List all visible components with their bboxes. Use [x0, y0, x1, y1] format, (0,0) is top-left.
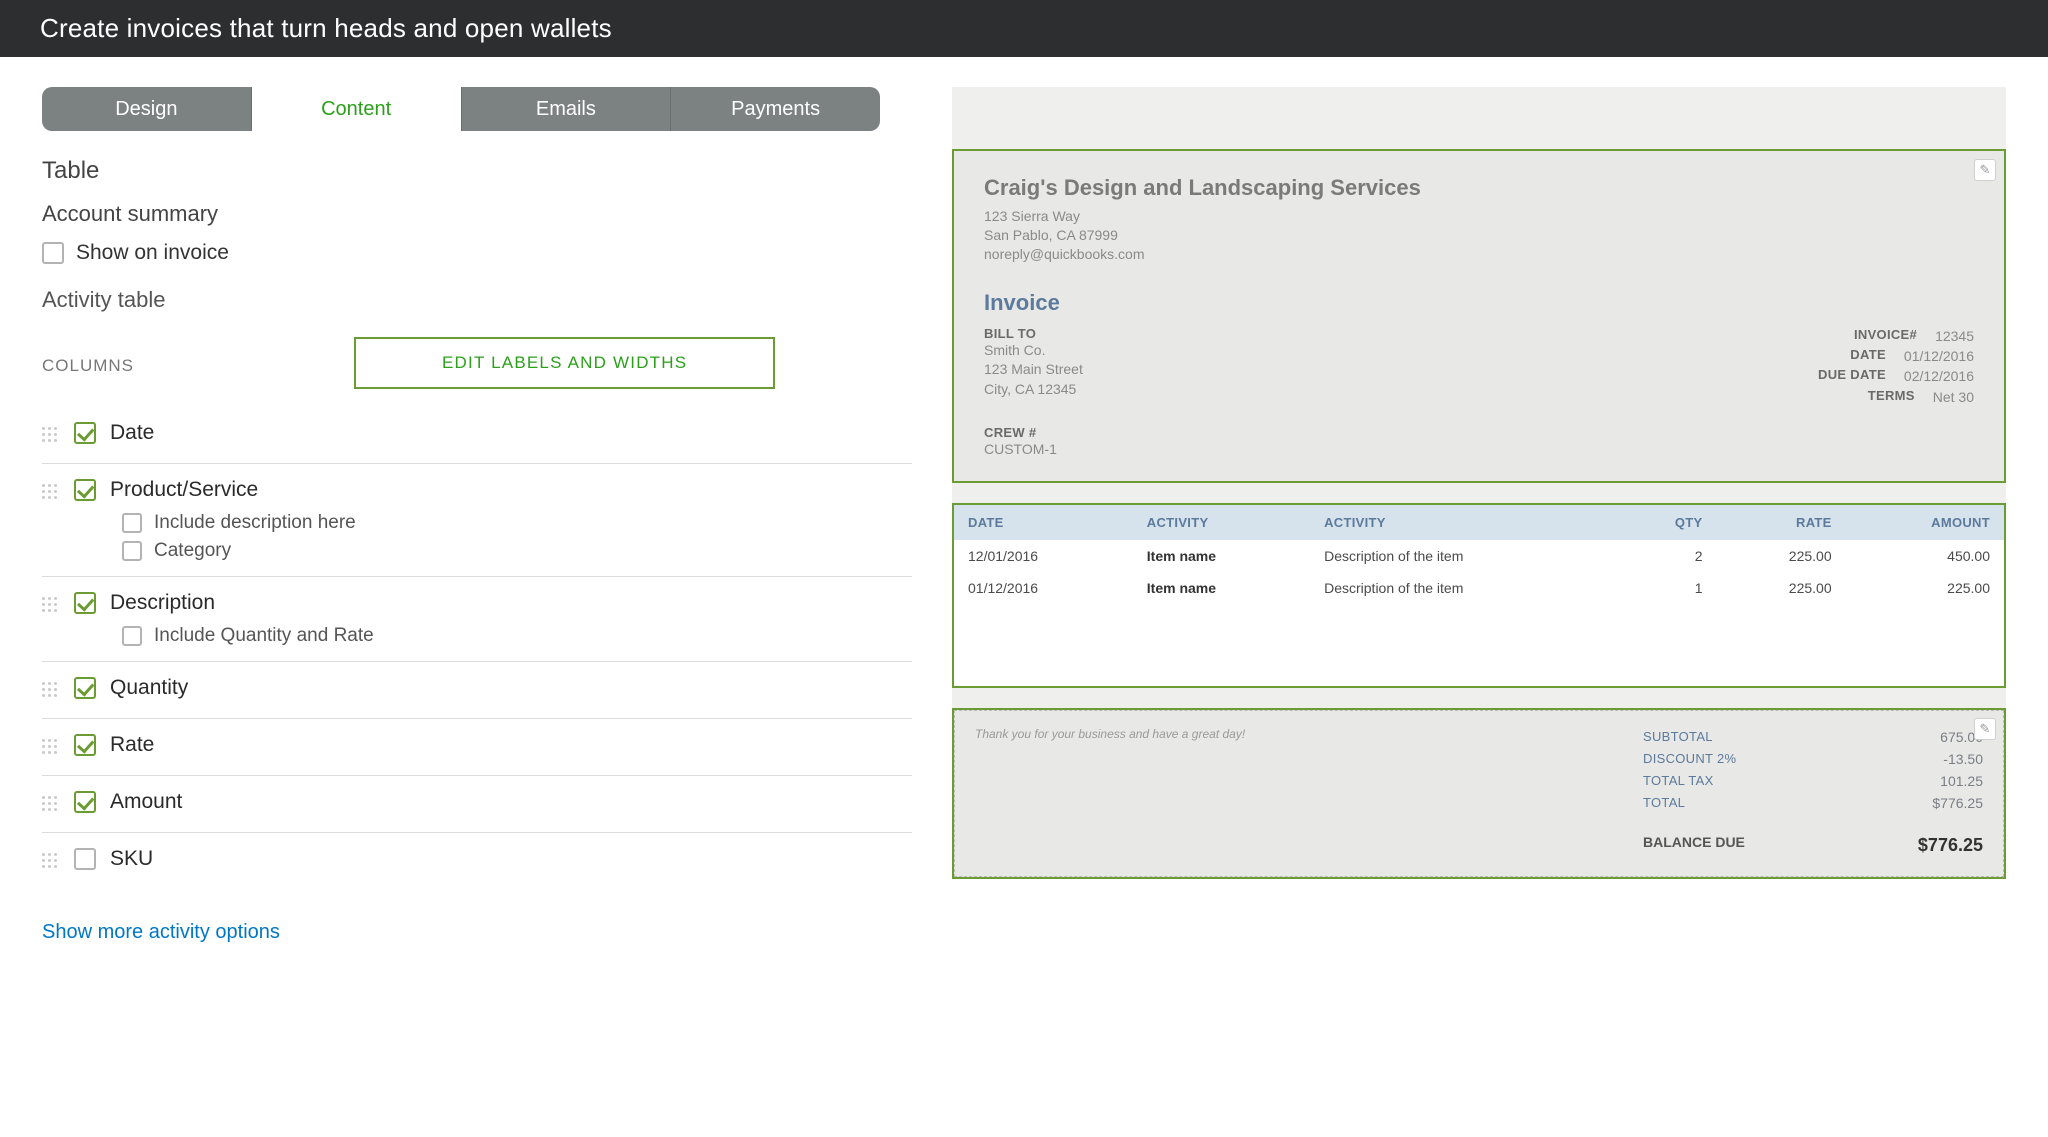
- crew-value: CUSTOM-1: [984, 440, 1974, 460]
- checkbox-column[interactable]: [74, 734, 96, 756]
- total-value: $776.25: [1932, 793, 1983, 815]
- total-label: DISCOUNT 2%: [1643, 749, 1736, 771]
- meta-value: 01/12/2016: [1904, 346, 1974, 366]
- sub-option-label: Include description here: [154, 512, 356, 534]
- column-label: Date: [110, 421, 154, 445]
- tab-payments[interactable]: Payments: [671, 87, 880, 131]
- title-bar: Create invoices that turn heads and open…: [0, 0, 2048, 57]
- drag-handle-icon[interactable]: [42, 425, 60, 442]
- drag-handle-icon[interactable]: [42, 680, 60, 697]
- column-label: Amount: [110, 790, 182, 814]
- table-row: 12/01/2016Item nameDescription of the it…: [954, 540, 2004, 572]
- config-panel: Design Content Emails Payments Table Acc…: [42, 87, 912, 944]
- meta-value: 12345: [1935, 326, 1974, 346]
- billto-label: BILL TO: [984, 326, 1083, 341]
- columns-heading: COLUMNS: [42, 356, 134, 376]
- tab-bar: Design Content Emails Payments: [42, 87, 880, 131]
- section-account-summary: Account summary: [42, 201, 912, 227]
- column-label: Description: [110, 591, 215, 615]
- invoice-preview: ✎ Craig's Design and Landscaping Service…: [952, 87, 2006, 879]
- checkbox-column[interactable]: [74, 848, 96, 870]
- items-col-header: ACTIVITY: [1133, 505, 1310, 540]
- table-row: 01/12/2016Item nameDescription of the it…: [954, 572, 2004, 604]
- meta-label: INVOICE#: [1827, 326, 1917, 346]
- checkbox-sub-option[interactable]: [122, 541, 142, 561]
- total-label: TOTAL TAX: [1643, 771, 1714, 793]
- balance-label: BALANCE DUE: [1643, 832, 1745, 860]
- pencil-icon[interactable]: ✎: [1974, 159, 1996, 181]
- invoice-meta: INVOICE# 12345 DATE 01/12/2016 DUE DATE 02/12…: [1796, 326, 1974, 407]
- sub-option-label: Category: [154, 540, 231, 562]
- meta-label: TERMS: [1825, 387, 1915, 407]
- company-name: Craig's Design and Landscaping Services: [984, 175, 1974, 201]
- drag-handle-icon[interactable]: [42, 482, 60, 499]
- tab-content[interactable]: Content: [252, 87, 462, 131]
- column-label: Rate: [110, 733, 154, 757]
- checkbox-show-on-invoice[interactable]: [42, 242, 64, 264]
- items-col-header: ACTIVITY: [1310, 505, 1615, 540]
- meta-label: DUE DATE: [1796, 366, 1886, 386]
- checkbox-column[interactable]: [74, 422, 96, 444]
- checkbox-sub-option[interactable]: [122, 626, 142, 646]
- section-activity-table: Activity table: [42, 287, 912, 313]
- checkbox-column[interactable]: [74, 479, 96, 501]
- drag-handle-icon[interactable]: [42, 851, 60, 868]
- items-col-header: RATE: [1717, 505, 1846, 540]
- columns-list: Date Product/Service Include description h…: [42, 407, 912, 889]
- edit-labels-widths-button[interactable]: EDIT LABELS AND WIDTHS: [354, 337, 775, 389]
- checkbox-column[interactable]: [74, 677, 96, 699]
- items-col-header: AMOUNT: [1846, 505, 2004, 540]
- tab-emails[interactable]: Emails: [462, 87, 672, 131]
- column-label: Product/Service: [110, 478, 258, 502]
- items-col-header: QTY: [1615, 505, 1716, 540]
- drag-handle-icon[interactable]: [42, 595, 60, 612]
- crew-label: CREW #: [984, 425, 1974, 440]
- total-label: TOTAL: [1643, 793, 1685, 815]
- company-address: 123 Sierra Way San Pablo, CA 87999 norep…: [984, 207, 1974, 264]
- drag-handle-icon[interactable]: [42, 794, 60, 811]
- section-table: Table: [42, 157, 912, 185]
- items-col-header: DATE: [954, 505, 1133, 540]
- totals-block: SUBTOTAL675.00DISCOUNT 2%-13.50TOTAL TAX…: [1643, 727, 1983, 860]
- meta-value: 02/12/2016: [1904, 366, 1974, 386]
- meta-label: DATE: [1796, 346, 1886, 366]
- checkbox-column[interactable]: [74, 592, 96, 614]
- tab-design[interactable]: Design: [42, 87, 252, 131]
- column-label: SKU: [110, 847, 153, 871]
- meta-value: Net 30: [1933, 387, 1974, 407]
- show-more-activity-link[interactable]: Show more activity options: [42, 921, 280, 944]
- sub-option-label: Include Quantity and Rate: [154, 625, 374, 647]
- total-label: SUBTOTAL: [1643, 727, 1713, 749]
- drag-handle-icon[interactable]: [42, 737, 60, 754]
- label-show-on-invoice: Show on invoice: [76, 241, 229, 265]
- column-label: Quantity: [110, 676, 188, 700]
- preview-footer-panel[interactable]: ✎ SUBTOTAL675.00DISCOUNT 2%-13.50TOTAL T…: [952, 708, 2006, 879]
- document-title: Invoice: [984, 290, 1974, 316]
- items-table: DATEACTIVITYACTIVITYQTYRATEAMOUNT 12/01/…: [954, 505, 2004, 604]
- checkbox-column[interactable]: [74, 791, 96, 813]
- total-value: 101.25: [1940, 771, 1983, 793]
- total-value: -13.50: [1943, 749, 1983, 771]
- balance-value: $776.25: [1918, 832, 1983, 860]
- page-title: Create invoices that turn heads and open…: [40, 13, 612, 44]
- preview-header-panel[interactable]: ✎ Craig's Design and Landscaping Service…: [952, 149, 2006, 483]
- pencil-icon[interactable]: ✎: [1974, 718, 1996, 740]
- checkbox-sub-option[interactable]: [122, 513, 142, 533]
- billto-block: Smith Co. 123 Main Street City, CA 12345: [984, 341, 1083, 400]
- preview-items-panel[interactable]: DATEACTIVITYACTIVITYQTYRATEAMOUNT 12/01/…: [952, 503, 2006, 688]
